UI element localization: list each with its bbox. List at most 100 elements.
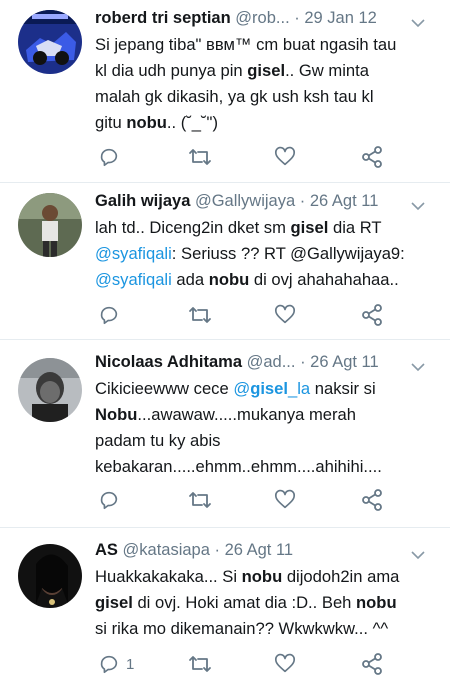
mention-link[interactable]: @syafiqali bbox=[95, 244, 172, 263]
like-button[interactable] bbox=[274, 143, 296, 171]
like-button[interactable] bbox=[274, 650, 296, 678]
tweet[interactable]: Galih wijaya @Gallywijaya · 26 Agt 11 la… bbox=[0, 183, 450, 340]
text-segment: dijodoh2in ama bbox=[282, 567, 400, 586]
like-button[interactable] bbox=[274, 301, 296, 329]
tweet-header: Galih wijaya @Gallywijaya · 26 Agt 11 bbox=[95, 189, 440, 213]
text-segment: lah td.. Diceng2in dket sm bbox=[95, 218, 291, 237]
tweet-text: Si jepang tiba" ввм™ cm buat ngasih tau k… bbox=[95, 32, 440, 136]
highlighted-keyword: gisel bbox=[290, 218, 329, 237]
tweet-text: Cikicieewww cece @gisel_la naksir si Nobu… bbox=[95, 376, 440, 480]
separator-dot: · bbox=[214, 541, 225, 559]
share-button[interactable] bbox=[360, 301, 384, 329]
share-button[interactable] bbox=[360, 650, 384, 678]
display-name[interactable]: Galih wijaya bbox=[95, 192, 190, 210]
text-segment: : Seriuss ?? RT @Gallywijaya9: bbox=[171, 244, 405, 263]
share-icon bbox=[362, 653, 382, 675]
highlighted-keyword: gisel bbox=[247, 61, 286, 80]
tweet-text-line: malah gk dikasih, ya gk ush ksh tau kl bbox=[95, 84, 440, 110]
highlighted-keyword: gisel bbox=[95, 593, 133, 612]
text-segment: gitu bbox=[95, 113, 127, 132]
tweet-actions bbox=[98, 143, 438, 171]
like-icon bbox=[275, 146, 295, 166]
tweet-date[interactable]: 29 Jan 12 bbox=[304, 9, 376, 27]
share-icon bbox=[362, 304, 382, 326]
chevron-down-icon[interactable] bbox=[410, 544, 426, 560]
reply-button[interactable] bbox=[98, 143, 126, 171]
highlighted-keyword: Nobu bbox=[95, 405, 138, 424]
text-segment: .. Gw minta bbox=[285, 61, 369, 80]
text-segment: naksir si bbox=[310, 379, 376, 398]
avatar[interactable] bbox=[18, 544, 82, 608]
user-handle[interactable]: @ad... bbox=[247, 353, 296, 371]
tweet[interactable]: roberd tri septian @rob... · 29 Jan 12 S… bbox=[0, 0, 450, 183]
display-name[interactable]: AS bbox=[95, 541, 118, 559]
mention-link[interactable]: _la bbox=[288, 379, 310, 398]
tweet[interactable]: AS @katasiapa · 26 Agt 11 Huakkakakaka..… bbox=[0, 528, 450, 679]
retweet-button[interactable] bbox=[188, 301, 212, 329]
retweet-button[interactable] bbox=[188, 143, 212, 171]
tweet-date[interactable]: 26 Agt 11 bbox=[310, 353, 379, 371]
tweet-text-line: Nobu...awawaw.....mukanya merah bbox=[95, 402, 440, 428]
highlighted-keyword: nobu bbox=[208, 270, 250, 289]
reply-button[interactable]: 1 bbox=[98, 650, 134, 678]
text-segment: .. (˘_˘") bbox=[166, 113, 218, 132]
reply-button[interactable] bbox=[98, 486, 126, 514]
tweet-text: lah td.. Diceng2in dket sm gisel dia RT @… bbox=[95, 215, 440, 293]
tweet-text-line: gisel di ovj. Hoki amat dia :D.. Beh nob… bbox=[95, 590, 440, 616]
mention-link[interactable]: gisel bbox=[250, 379, 288, 398]
tweet-text: Huakkakakaka... Si nobu dijodoh2in ama gi… bbox=[95, 564, 440, 642]
text-segment: kebakaran.....ehmm..ehmm....ahihihi.... bbox=[95, 457, 382, 476]
display-name[interactable]: Nicolaas Adhitama bbox=[95, 353, 242, 371]
tweet-header: Nicolaas Adhitama @ad... · 26 Agt 11 bbox=[95, 350, 440, 374]
tweet-date[interactable]: 26 Agt 11 bbox=[310, 192, 379, 210]
mention-link[interactable]: @ bbox=[233, 379, 250, 398]
like-icon bbox=[275, 653, 295, 673]
user-handle[interactable]: @rob... bbox=[235, 9, 289, 27]
reply-icon bbox=[100, 655, 118, 674]
user-handle[interactable]: @Gallywijaya bbox=[195, 192, 295, 210]
reply-icon bbox=[100, 306, 118, 325]
tweet-text-line: Cikicieewww cece @gisel_la naksir si bbox=[95, 376, 440, 402]
text-segment: di ovj. Hoki amat dia :D.. Beh bbox=[132, 593, 357, 612]
retweet-button[interactable] bbox=[188, 486, 212, 514]
reply-count: 1 bbox=[126, 655, 135, 673]
text-segment: Huakkakakaka... Si bbox=[95, 567, 242, 586]
reply-icon bbox=[100, 491, 118, 510]
tweet-text-line: gitu nobu.. (˘_˘") bbox=[95, 110, 440, 136]
text-segment: padam tu ky abis bbox=[95, 431, 221, 450]
tweet-date[interactable]: 26 Agt 11 bbox=[225, 541, 294, 559]
mention-link[interactable]: @syafiqali bbox=[95, 270, 172, 289]
text-segment: Cikicieewww cece bbox=[95, 379, 234, 398]
tweet[interactable]: Nicolaas Adhitama @ad... · 26 Agt 11 Cik… bbox=[0, 340, 450, 528]
tweet-text-line: lah td.. Diceng2in dket sm gisel dia RT bbox=[95, 215, 440, 241]
chevron-down-icon[interactable] bbox=[410, 12, 426, 28]
avatar[interactable] bbox=[18, 193, 82, 257]
retweet-button[interactable] bbox=[188, 650, 212, 678]
separator-dot: · bbox=[300, 353, 311, 371]
tweet-header: roberd tri septian @rob... · 29 Jan 12 bbox=[95, 6, 440, 30]
tweet-text-line: @syafiqali ada nobu di ovj ahahahahaa.. bbox=[95, 267, 440, 293]
chevron-down-icon[interactable] bbox=[410, 356, 426, 372]
tweet-text-line: kl dia udh punya pin gisel.. Gw minta bbox=[95, 58, 440, 84]
tweet-header: AS @katasiapa · 26 Agt 11 bbox=[95, 538, 440, 562]
like-icon bbox=[275, 489, 295, 509]
highlighted-keyword: nobu bbox=[356, 593, 397, 612]
like-button[interactable] bbox=[274, 486, 296, 514]
share-button[interactable] bbox=[360, 143, 384, 171]
separator-dot: · bbox=[294, 9, 305, 27]
chevron-down-icon[interactable] bbox=[410, 195, 426, 211]
tweet-text-line: si rika mo dikemanain?? Wkwkwkw... ^^ bbox=[95, 616, 440, 642]
text-segment: malah gk dikasih, ya gk ush ksh tau kl bbox=[95, 87, 374, 106]
tweet-actions: 1 bbox=[98, 650, 438, 678]
display-name[interactable]: roberd tri septian bbox=[95, 9, 231, 27]
reply-button[interactable] bbox=[98, 301, 126, 329]
avatar[interactable] bbox=[18, 10, 82, 74]
tweet-actions bbox=[98, 301, 438, 329]
retweet-icon bbox=[189, 656, 211, 672]
avatar[interactable] bbox=[18, 358, 82, 422]
tweet-text-line: @syafiqali: Seriuss ?? RT @Gallywijaya9: bbox=[95, 241, 440, 267]
text-segment: di ovj ahahahahaa.. bbox=[249, 270, 399, 289]
user-handle[interactable]: @katasiapa bbox=[123, 541, 210, 559]
share-icon bbox=[362, 489, 382, 511]
share-button[interactable] bbox=[360, 486, 384, 514]
